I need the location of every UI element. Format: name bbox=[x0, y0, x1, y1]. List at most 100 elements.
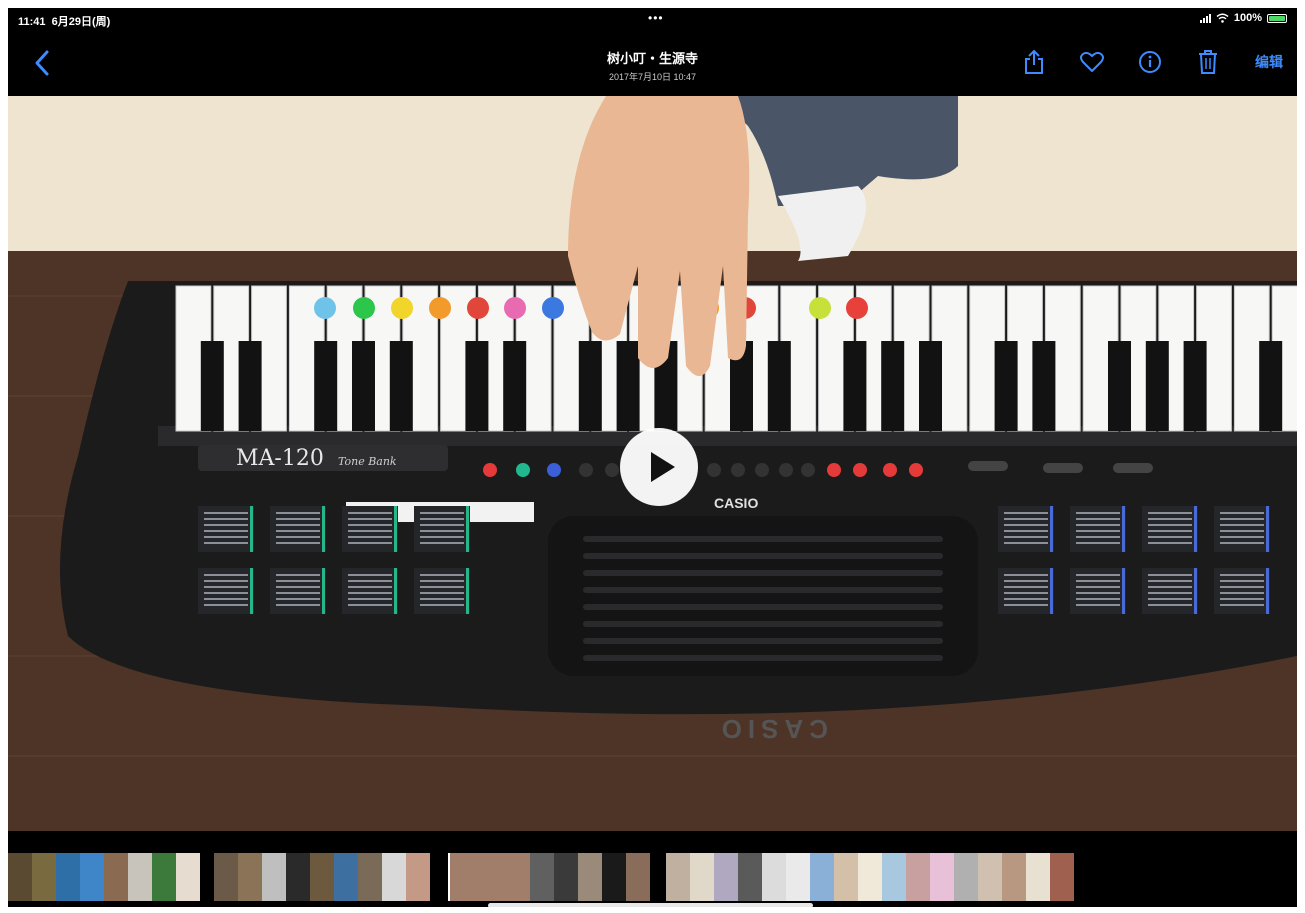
black-key bbox=[503, 341, 527, 431]
filmstrip-thumbnail[interactable] bbox=[714, 853, 738, 901]
filmstrip-thumbnail[interactable] bbox=[834, 853, 858, 901]
grille-slot bbox=[583, 536, 943, 542]
filmstrip-thumbnail[interactable] bbox=[262, 853, 286, 901]
filmstrip[interactable] bbox=[8, 853, 1297, 901]
grille-slot bbox=[583, 655, 943, 661]
battery-percent: 100% bbox=[1233, 12, 1262, 24]
black-key bbox=[881, 341, 905, 431]
trash-icon bbox=[1199, 50, 1217, 74]
brand-label: CASIO bbox=[714, 495, 758, 511]
panel-slider bbox=[1113, 463, 1153, 473]
black-key bbox=[1145, 341, 1169, 431]
panel-button bbox=[801, 463, 815, 477]
black-key bbox=[389, 341, 413, 431]
heart-icon bbox=[1080, 51, 1104, 72]
filmstrip-thumbnail[interactable] bbox=[810, 853, 834, 901]
panel-button bbox=[827, 463, 841, 477]
grille-slot bbox=[583, 621, 943, 627]
filmstrip-thumbnail[interactable] bbox=[578, 853, 602, 901]
video-frame[interactable]: MA-120 Tone Bank CASIO CASIO bbox=[8, 96, 1297, 831]
filmstrip-thumbnail[interactable] bbox=[334, 853, 358, 901]
panel-button bbox=[755, 463, 769, 477]
filmstrip-thumbnail[interactable] bbox=[358, 853, 382, 901]
color-sticker bbox=[467, 297, 489, 319]
panel-button bbox=[853, 463, 867, 477]
brand-front-label: CASIO bbox=[716, 714, 828, 744]
filmstrip-thumbnail[interactable] bbox=[858, 853, 882, 901]
filmstrip-thumbnail[interactable] bbox=[80, 853, 104, 901]
filmstrip-thumbnail[interactable] bbox=[554, 853, 578, 901]
filmstrip-thumbnail[interactable] bbox=[930, 853, 954, 901]
filmstrip-thumbnail[interactable] bbox=[448, 853, 532, 901]
favorite-button[interactable] bbox=[1077, 48, 1107, 76]
black-key bbox=[994, 341, 1018, 431]
filmstrip-thumbnail[interactable] bbox=[530, 853, 554, 901]
filmstrip-thumbnail[interactable] bbox=[626, 853, 650, 901]
panel-button bbox=[579, 463, 593, 477]
panel-slider bbox=[1043, 463, 1083, 473]
grille-slot bbox=[583, 570, 943, 576]
filmstrip-thumbnail[interactable] bbox=[152, 853, 176, 901]
filmstrip-thumbnail[interactable] bbox=[1026, 853, 1050, 901]
panel-button bbox=[547, 463, 561, 477]
panel-button bbox=[909, 463, 923, 477]
filmstrip-thumbnail[interactable] bbox=[954, 853, 978, 901]
series-label: Tone Bank bbox=[338, 455, 397, 468]
black-key bbox=[352, 341, 375, 431]
filmstrip-thumbnail[interactable] bbox=[406, 853, 430, 901]
black-key bbox=[843, 341, 867, 431]
black-key bbox=[616, 341, 640, 431]
filmstrip-thumbnail[interactable] bbox=[56, 853, 80, 901]
panel-button bbox=[483, 463, 497, 477]
wifi-icon bbox=[1216, 13, 1229, 23]
black-key bbox=[578, 341, 602, 431]
filmstrip-thumbnail[interactable] bbox=[32, 853, 56, 901]
black-key bbox=[238, 341, 262, 431]
grille-slot bbox=[583, 587, 943, 593]
delete-button[interactable] bbox=[1193, 48, 1223, 76]
filmstrip-thumbnail[interactable] bbox=[104, 853, 128, 901]
filmstrip-thumbnail[interactable] bbox=[8, 853, 32, 901]
filmstrip-thumbnail[interactable] bbox=[602, 853, 626, 901]
home-indicator[interactable] bbox=[488, 903, 813, 907]
multitask-dots[interactable]: ••• bbox=[648, 11, 664, 25]
filmstrip-thumbnail[interactable] bbox=[1050, 853, 1074, 901]
filmstrip-thumbnail[interactable] bbox=[882, 853, 906, 901]
filmstrip-thumbnail[interactable] bbox=[176, 853, 200, 901]
panel-button bbox=[707, 463, 721, 477]
black-key bbox=[767, 341, 791, 431]
filmstrip-thumbnail[interactable] bbox=[286, 853, 310, 901]
filmstrip-thumbnail[interactable] bbox=[238, 853, 262, 901]
black-key bbox=[465, 341, 489, 431]
filmstrip-thumbnail[interactable] bbox=[128, 853, 152, 901]
share-icon bbox=[1025, 49, 1043, 74]
panel-slider bbox=[968, 461, 1008, 471]
photo-viewer: 11:41 6月29日(周) ••• 100% 树小叮・生源寺 2017年7月1… bbox=[8, 8, 1297, 907]
status-time: 11:41 6月29日(周) bbox=[18, 16, 111, 28]
color-sticker bbox=[504, 297, 526, 319]
filmstrip-thumbnail[interactable] bbox=[1002, 853, 1026, 901]
edit-button[interactable]: 编辑 bbox=[1251, 52, 1287, 72]
black-key bbox=[1032, 341, 1056, 431]
filmstrip-thumbnail[interactable] bbox=[762, 853, 786, 901]
filmstrip-thumbnail[interactable] bbox=[666, 853, 690, 901]
filmstrip-thumbnail[interactable] bbox=[214, 853, 238, 901]
black-key bbox=[1108, 341, 1131, 431]
grille-slot bbox=[583, 553, 943, 559]
filmstrip-thumbnail[interactable] bbox=[906, 853, 930, 901]
share-button[interactable] bbox=[1019, 48, 1049, 76]
filmstrip-thumbnail[interactable] bbox=[978, 853, 1002, 901]
info-button[interactable] bbox=[1135, 48, 1165, 76]
filmstrip-thumbnail[interactable] bbox=[310, 853, 334, 901]
filmstrip-thumbnail[interactable] bbox=[786, 853, 810, 901]
filmstrip-thumbnail[interactable] bbox=[690, 853, 714, 901]
signal-icon bbox=[1199, 13, 1211, 23]
panel-button bbox=[731, 463, 745, 477]
filmstrip-thumbnail[interactable] bbox=[738, 853, 762, 901]
play-button[interactable] bbox=[620, 428, 698, 506]
color-sticker bbox=[429, 297, 451, 319]
color-sticker bbox=[846, 297, 868, 319]
color-sticker bbox=[353, 297, 375, 319]
panel-button bbox=[779, 463, 793, 477]
filmstrip-thumbnail[interactable] bbox=[382, 853, 406, 901]
